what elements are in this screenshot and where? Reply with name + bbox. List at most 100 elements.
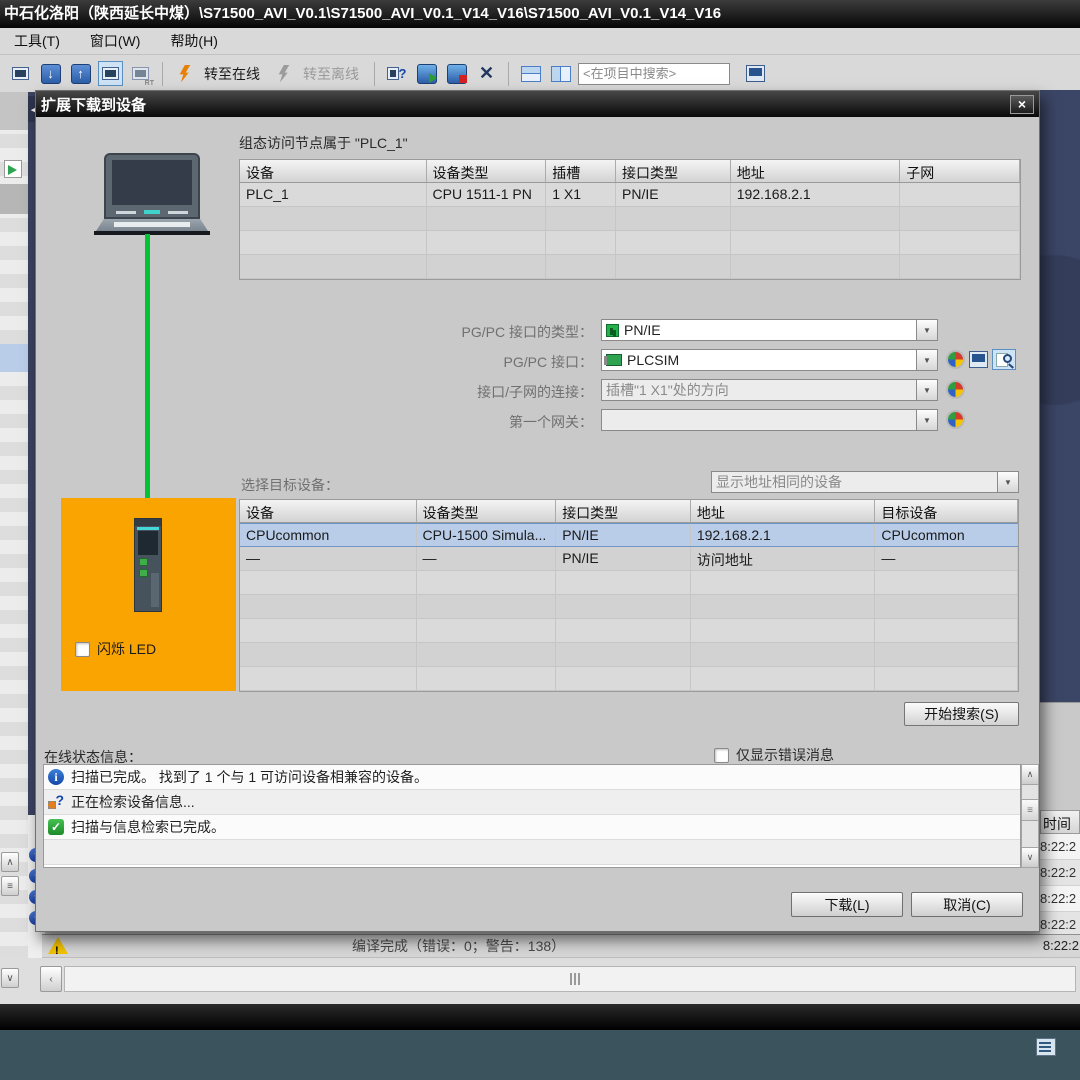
save-window-layout-icon[interactable] — [8, 61, 33, 86]
project-search-input[interactable] — [578, 63, 730, 85]
split-vertical-icon[interactable] — [548, 61, 573, 86]
chevron-down-icon[interactable]: ▼ — [997, 472, 1018, 492]
online-status-messages: i 扫描已完成。 找到了 1 个与 1 可访问设备相兼容的设备。 ? 正在检索设… — [43, 764, 1021, 868]
library-search-icon[interactable] — [743, 61, 768, 86]
cancel-button[interactable]: 取消(C) — [911, 892, 1023, 917]
col-address[interactable]: 地址 — [691, 500, 876, 522]
online-connection-cable — [145, 234, 150, 522]
col-device-type[interactable]: 设备类型 — [417, 500, 557, 522]
status-message-row[interactable]: ✓ 扫描与信息检索已完成。 — [44, 815, 1020, 840]
go-offline-icon[interactable] — [271, 61, 296, 86]
shield-icon[interactable] — [946, 410, 965, 429]
timestamp-cell: 8:22:2 — [1040, 860, 1080, 886]
menu-tools[interactable]: 工具(T) — [14, 31, 60, 51]
bottom-scroll-zone: ∨ ‹ — [0, 958, 1080, 1004]
status-message-row[interactable]: i 扫描已完成。 找到了 1 个与 1 可访问设备相兼容的设备。 — [44, 765, 1020, 790]
close-icon[interactable]: × — [1010, 95, 1034, 114]
left-scroll-up-icon[interactable]: ∧ — [1, 852, 19, 872]
messages-scrollbar[interactable]: ∧ ≡ ∨ — [1021, 764, 1039, 868]
cross-reference-icon[interactable]: ✕ — [474, 61, 499, 86]
table-row-empty — [240, 643, 1018, 667]
col-device-type[interactable]: 设备类型 — [427, 160, 547, 182]
network-card-icon — [606, 354, 622, 366]
stop-sim-icon[interactable] — [444, 61, 469, 86]
menu-bar: 工具(T) 窗口(W) 帮助(H) — [0, 28, 1080, 55]
col-device[interactable]: 设备 — [240, 160, 427, 182]
table-row-empty — [240, 571, 1018, 595]
table-row-selected[interactable]: CPUcommon CPU-1500 Simula... PN/IE 192.1… — [240, 523, 1018, 547]
hscroll-left-icon[interactable]: ‹ — [40, 966, 62, 992]
col-device[interactable]: 设备 — [240, 500, 417, 522]
table-row-empty — [240, 595, 1018, 619]
accessible-devices-shield-icon[interactable] — [946, 350, 965, 369]
scroll-down-icon[interactable]: ∨ — [1022, 847, 1038, 867]
start-simulation-monitor-icon[interactable] — [98, 61, 123, 86]
scroll-thumb[interactable]: ≡ — [1022, 799, 1038, 821]
pgpc-interface-combo[interactable]: PLCSIM ▼ — [601, 349, 938, 371]
dialog-title: 扩展下载到设备 — [41, 94, 146, 115]
background-pane-sliver — [1040, 702, 1080, 810]
col-interface-type[interactable]: 接口类型 — [616, 160, 731, 182]
errors-only-checkbox[interactable] — [714, 748, 729, 763]
flash-led-checkbox[interactable] — [75, 642, 90, 657]
table-row-empty — [240, 667, 1018, 691]
scrollbar-grip-icon[interactable] — [570, 973, 580, 985]
pgpc-type-combo[interactable]: PN/IE ▼ — [601, 319, 938, 341]
chevron-down-icon[interactable]: ▼ — [916, 350, 937, 370]
pane-scroll-down-icon[interactable]: ∨ — [1, 968, 19, 988]
chevron-down-icon[interactable]: ▼ — [916, 380, 937, 400]
download-button[interactable]: 下载(L) — [791, 892, 903, 917]
start-search-button[interactable]: 开始搜索(S) — [904, 702, 1019, 726]
table-row-empty — [240, 619, 1018, 643]
col-slot[interactable]: 插槽 — [546, 160, 616, 182]
upload-from-device-icon[interactable]: ↑ — [68, 61, 93, 86]
subnet-connection-label: 接口/子网的连接： — [263, 382, 593, 402]
scroll-up-icon[interactable]: ∧ — [1022, 765, 1038, 785]
horizontal-scrollbar[interactable] — [64, 966, 1076, 992]
col-target-device[interactable]: 目标设备 — [875, 500, 1018, 522]
device-filter-combo[interactable]: 显示地址相同的设备 ▼ — [711, 471, 1019, 493]
status-message-row-empty — [44, 840, 1020, 865]
success-check-icon: ✓ — [48, 819, 64, 835]
status-message-row[interactable]: ? 正在检索设备信息... — [44, 790, 1020, 815]
chevron-down-icon[interactable]: ▼ — [916, 410, 937, 430]
col-subnet[interactable]: 子网 — [900, 160, 1020, 182]
portal-background — [1040, 90, 1080, 702]
go-online-label[interactable]: 转至在线 — [204, 64, 260, 84]
menu-help[interactable]: 帮助(H) — [170, 31, 217, 51]
project-tree-sliver — [0, 92, 28, 960]
warning-triangle-icon — [48, 937, 68, 954]
shield-icon[interactable] — [946, 380, 965, 399]
table-row-empty — [240, 255, 1020, 279]
compile-status-text: 编译完成（错误：0；警告：138） — [352, 935, 565, 957]
table-row[interactable]: — — PN/IE 访问地址 — — [240, 547, 1018, 571]
network-settings-icon[interactable] — [969, 351, 988, 368]
subnet-connection-combo[interactable]: 插槽"1 X1"处的方向 ▼ — [601, 379, 938, 401]
go-online-icon[interactable] — [172, 61, 197, 86]
configured-nodes-table: 设备 设备类型 插槽 接口类型 地址 子网 PLC_1 CPU 1511-1 P… — [239, 159, 1021, 280]
download-to-device-icon[interactable]: ↓ — [38, 61, 63, 86]
table-header-row: 设备 设备类型 接口类型 地址 目标设备 — [240, 500, 1018, 523]
selected-tree-row[interactable] — [0, 344, 28, 372]
menu-window[interactable]: 窗口(W) — [90, 31, 141, 51]
split-horizontal-icon[interactable] — [518, 61, 543, 86]
left-scroll-grip-icon[interactable]: ≡ — [1, 876, 19, 896]
timestamp-cell: 8:22:2 — [1040, 834, 1080, 860]
inspect-interface-icon[interactable] — [992, 349, 1016, 370]
accessible-devices-icon[interactable]: ? — [384, 61, 409, 86]
table-row[interactable]: PLC_1 CPU 1511-1 PN 1 X1 PN/IE 192.168.2… — [240, 183, 1020, 207]
first-gateway-label: 第一个网关： — [263, 412, 593, 432]
start-sim-icon[interactable] — [414, 61, 439, 86]
target-devices-table: 设备 设备类型 接口类型 地址 目标设备 CPUcommon CPU-1500 … — [239, 499, 1019, 692]
col-address[interactable]: 地址 — [731, 160, 901, 182]
dialog-titlebar[interactable]: 扩展下载到设备 × — [36, 91, 1039, 117]
go-offline-label[interactable]: 转至离线 — [303, 64, 359, 84]
flash-led-label: 闪烁 LED — [97, 639, 156, 659]
compile-status-row[interactable]: 编译完成（错误：0；警告：138） 8:22:2 — [42, 934, 1080, 958]
col-interface-type[interactable]: 接口类型 — [556, 500, 691, 522]
notification-list-icon[interactable] — [1036, 1038, 1056, 1056]
chevron-down-icon[interactable]: ▼ — [916, 320, 937, 340]
runtime-rt-icon[interactable]: RT — [128, 61, 153, 86]
pgpc-type-label: PG/PC 接口的类型： — [263, 322, 593, 342]
first-gateway-combo[interactable]: ▼ — [601, 409, 938, 431]
